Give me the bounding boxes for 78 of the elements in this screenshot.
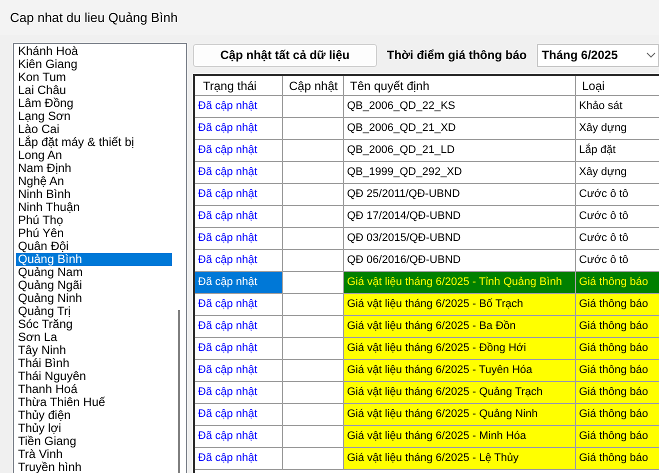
province-item[interactable]: Thái Bình [16,357,172,370]
province-item[interactable]: Lào Cai [16,123,172,136]
status-cell: Đã cập nhật [195,162,283,183]
status-cell: Đã cập nhật [195,250,283,271]
province-item[interactable]: Tiền Giang [16,435,172,448]
province-item[interactable]: Quảng Ngãi [16,279,172,292]
status-cell: Đã cập nhật [195,96,283,117]
province-item[interactable]: Lâm Đồng [16,97,172,110]
status-cell: Đã cập nhật [195,272,283,293]
province-item[interactable]: Sóc Trăng [16,318,172,331]
decision-name-cell: Giá vật liệu tháng 6/2025 - Lệ Thủy [344,448,576,469]
scrollbar-thumb[interactable] [178,310,180,473]
type-cell: Giá thông báo [576,316,659,337]
province-list[interactable] [13,43,187,473]
status-cell: Đã cập nhật [195,426,283,447]
province-item[interactable]: Thanh Hoá [16,383,172,396]
column-header[interactable]: Trạng thái [195,76,283,95]
province-item[interactable]: Thái Nguyên [16,370,172,383]
status-cell: Đã cập nhật [195,294,283,315]
province-item[interactable]: Lạng Sơn [16,110,172,123]
decision-name-cell: Giá vật liệu tháng 6/2025 - Minh Hóa [344,426,576,447]
type-cell: Giá thông báo [576,294,659,315]
province-item[interactable]: Thủy điện [16,409,172,422]
type-cell: Giá thông báo [576,426,659,447]
status-cell: Đã cập nhật [195,206,283,227]
status-cell: Đã cập nhật [195,448,283,469]
decision-name-cell: Giá vật liệu tháng 6/2025 - Quảng Ninh [344,404,576,425]
province-item[interactable]: Tây Ninh [16,344,172,357]
price-time-label: Thời điểm giá thông báo [386,47,527,64]
province-item[interactable]: Quảng Ninh [16,292,172,305]
column-header[interactable]: Tên quyết định [344,76,576,95]
update-all-button[interactable]: Cập nhật tất cả dữ liệu [193,44,377,66]
decision-name-cell: Giá vật liệu tháng 6/2025 - Bố Trạch [344,294,576,315]
column-header[interactable]: Cập nhật [283,76,344,95]
chevron-down-icon [646,52,656,58]
status-cell: Đã cập nhật [195,140,283,161]
province-item[interactable]: Lắp đặt máy & thiết bị [16,136,172,149]
province-item[interactable]: Quân Đội [16,240,172,253]
column-header[interactable]: Loại [576,76,659,95]
status-cell: Đã cập nhật [195,184,283,205]
province-item[interactable]: Quảng Trị [16,305,172,318]
type-cell: Giá thông báo [576,448,659,469]
type-cell: Giá thông báo [576,272,659,293]
province-item[interactable]: Trà Vinh [16,448,172,461]
province-item[interactable]: Sơn La [16,331,172,344]
province-item[interactable]: Ninh Bình [16,188,172,201]
decision-name-cell: Giá vật liệu tháng 6/2025 - Ba Đồn [344,316,576,337]
window-title: Cap nhat du lieu Quảng Bình [10,8,178,27]
province-item[interactable]: Lai Châu [16,84,172,97]
province-item[interactable]: Phú Yên [16,227,172,240]
type-cell: Giá thông báo [576,360,659,381]
province-item[interactable]: Thủy lợi [16,422,172,435]
status-cell: Đã cập nhật [195,404,283,425]
status-cell: Đã cập nhật [195,360,283,381]
decision-name-cell: Giá vật liệu tháng 6/2025 - Tỉnh Quảng Bình [344,272,576,293]
status-cell: Đã cập nhật [195,118,283,139]
province-item[interactable]: Nam Định [16,162,172,175]
price-time-dropdown[interactable]: Tháng 6/2025 [536,44,659,66]
province-item[interactable]: Ninh Thuận [16,201,172,214]
province-item[interactable]: Nghệ An [16,175,172,188]
status-cell: Đã cập nhật [195,228,283,249]
status-cell: Đã cập nhật [195,316,283,337]
decision-name-cell: Giá vật liệu tháng 6/2025 - Quảng Trạch [344,382,576,403]
decision-name-cell: Giá vật liệu tháng 6/2025 - Tuyên Hóa [344,360,576,381]
province-item[interactable]: Kiên Giang [16,58,172,71]
decision-name-cell: Giá vật liệu tháng 6/2025 - Đồng Hới [344,338,576,359]
province-item[interactable]: Khánh Hoà [16,45,172,58]
province-item[interactable]: Long An [16,149,172,162]
type-cell: Giá thông báo [576,404,659,425]
status-cell: Đã cập nhật [195,338,283,359]
province-item[interactable]: Quảng Nam [16,266,172,279]
type-cell: Giá thông báo [576,382,659,403]
status-cell: Đã cập nhật [195,382,283,403]
province-item[interactable]: Thừa Thiên Huế [16,396,172,409]
type-cell: Giá thông báo [576,338,659,359]
province-item[interactable]: Quảng Bình [16,253,172,266]
province-item[interactable]: Phú Thọ [16,214,172,227]
province-item[interactable]: Kon Tum [16,71,172,84]
